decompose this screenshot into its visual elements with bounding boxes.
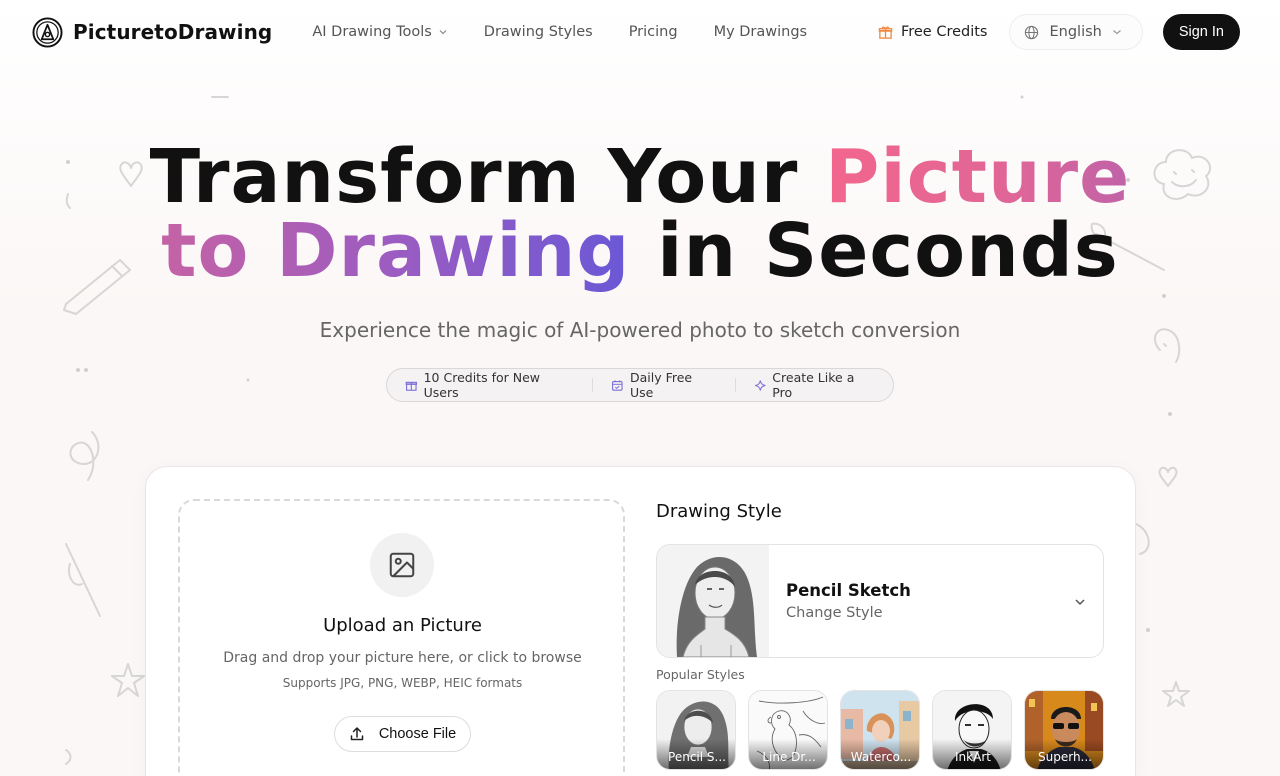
calendar-icon [612, 379, 623, 391]
style-selector[interactable]: Pencil Sketch Change Style [656, 544, 1104, 658]
popular-style-superhero[interactable]: Superh... [1024, 690, 1104, 770]
pencil-sketch-portrait-thumbnail [657, 545, 769, 657]
star-doodle-right [1162, 681, 1190, 707]
sparkle-icon [754, 379, 766, 391]
brand-name: PicturetoDrawing [73, 20, 273, 44]
change-style-label: Change Style [786, 605, 883, 621]
badge-label: Create Like a Pro [772, 370, 855, 400]
hero-title-highlight-drawing: to Drawing [161, 208, 631, 294]
upload-icon-circle [370, 533, 434, 597]
brand-logo-icon [32, 16, 63, 48]
globe-icon [1025, 25, 1039, 39]
choose-file-label: Choose File [378, 726, 457, 742]
brand[interactable]: PicturetoDrawing [32, 16, 273, 48]
bracket-doodle [65, 749, 72, 765]
feature-badges: 10 Credits for New Users Daily Free Use … [386, 368, 894, 402]
popular-style-label: Pencil S... [657, 739, 735, 769]
badge-label: Daily Free Use [629, 370, 693, 400]
chevron-down-icon [1112, 30, 1121, 35]
sign-in-button[interactable]: Sign In [1162, 14, 1240, 50]
image-icon [389, 552, 415, 578]
drawing-style-panel: Drawing Style Pencil Sketch Change Style… [656, 501, 1104, 770]
badge-label: 10 Credits for New Users [423, 370, 540, 400]
header-actions: Free Credits English Sign In [876, 14, 1240, 50]
upload-formats: Supports JPG, PNG, WEBP, HEIC formats [282, 676, 523, 690]
popular-style-line-drawing[interactable]: Line Dr... [748, 690, 828, 770]
popular-styles-label: Popular Styles [656, 667, 745, 682]
converter-card: Upload an Picture Drag and drop your pic… [145, 466, 1136, 776]
vine-doodle [1135, 523, 1150, 555]
popular-styles-list: Pencil S... Line Dr... Waterco... InkArt… [656, 690, 1104, 770]
swirl-doodle [69, 431, 100, 481]
upload-icon [350, 727, 364, 741]
nav-label: AI Drawing Tools [312, 24, 432, 40]
upload-dropzone[interactable]: Upload an Picture Drag and drop your pic… [178, 499, 625, 776]
nav-drawing-styles[interactable]: Drawing Styles [484, 24, 593, 40]
popular-style-label: InkArt [933, 739, 1011, 769]
popular-style-watercolor[interactable]: Waterco... [840, 690, 920, 770]
language-label: English [1049, 24, 1102, 40]
hero-title: Transform Your Picture to Drawing in Sec… [0, 140, 1280, 288]
choose-file-button[interactable]: Choose File [334, 716, 471, 752]
style-heading: Drawing Style [656, 501, 782, 522]
nav-pricing[interactable]: Pricing [629, 24, 678, 40]
chevron-down-icon [439, 30, 447, 35]
popular-style-label: Waterco... [841, 739, 919, 769]
badge-create-pro: Create Like a Pro [736, 370, 893, 400]
popular-style-inkart[interactable]: InkArt [932, 690, 1012, 770]
nav-label: Pricing [628, 24, 678, 40]
language-selector[interactable]: English [1009, 14, 1143, 50]
nav-my-drawings[interactable]: My Drawings [714, 24, 808, 40]
star-doodle [111, 663, 145, 697]
upload-title: Upload an Picture [323, 615, 482, 636]
gift-icon [878, 26, 893, 39]
brush-doodle-left [65, 543, 101, 617]
nav-label: Drawing Styles [483, 24, 593, 40]
top-navbar: PicturetoDrawing AI Drawing Tools Drawin… [0, 0, 1280, 64]
popular-style-pencil-sketch[interactable]: Pencil S... [656, 690, 736, 770]
gift-icon [405, 381, 417, 391]
upload-description: Drag and drop your picture here, or clic… [223, 650, 582, 666]
hero-title-part2: in Seconds [630, 208, 1119, 294]
hero-subtitle: Experience the magic of AI-powered photo… [319, 318, 961, 342]
popular-style-label: Superh... [1025, 739, 1103, 769]
nav-label: My Drawings [713, 24, 808, 40]
badge-credits: 10 Credits for New Users [387, 370, 592, 400]
free-credits-link[interactable]: Free Credits [876, 24, 990, 40]
main-nav: AI Drawing Tools Drawing Styles Pricing … [312, 24, 807, 40]
badge-daily-free: Daily Free Use [593, 370, 734, 400]
selected-style-name: Pencil Sketch [786, 581, 911, 600]
popular-style-label: Line Dr... [749, 739, 827, 769]
heart-doodle-right [1158, 466, 1178, 487]
chevron-down-icon [1075, 599, 1085, 606]
nav-ai-drawing-tools[interactable]: AI Drawing Tools [312, 24, 447, 40]
free-credits-label: Free Credits [900, 24, 988, 40]
